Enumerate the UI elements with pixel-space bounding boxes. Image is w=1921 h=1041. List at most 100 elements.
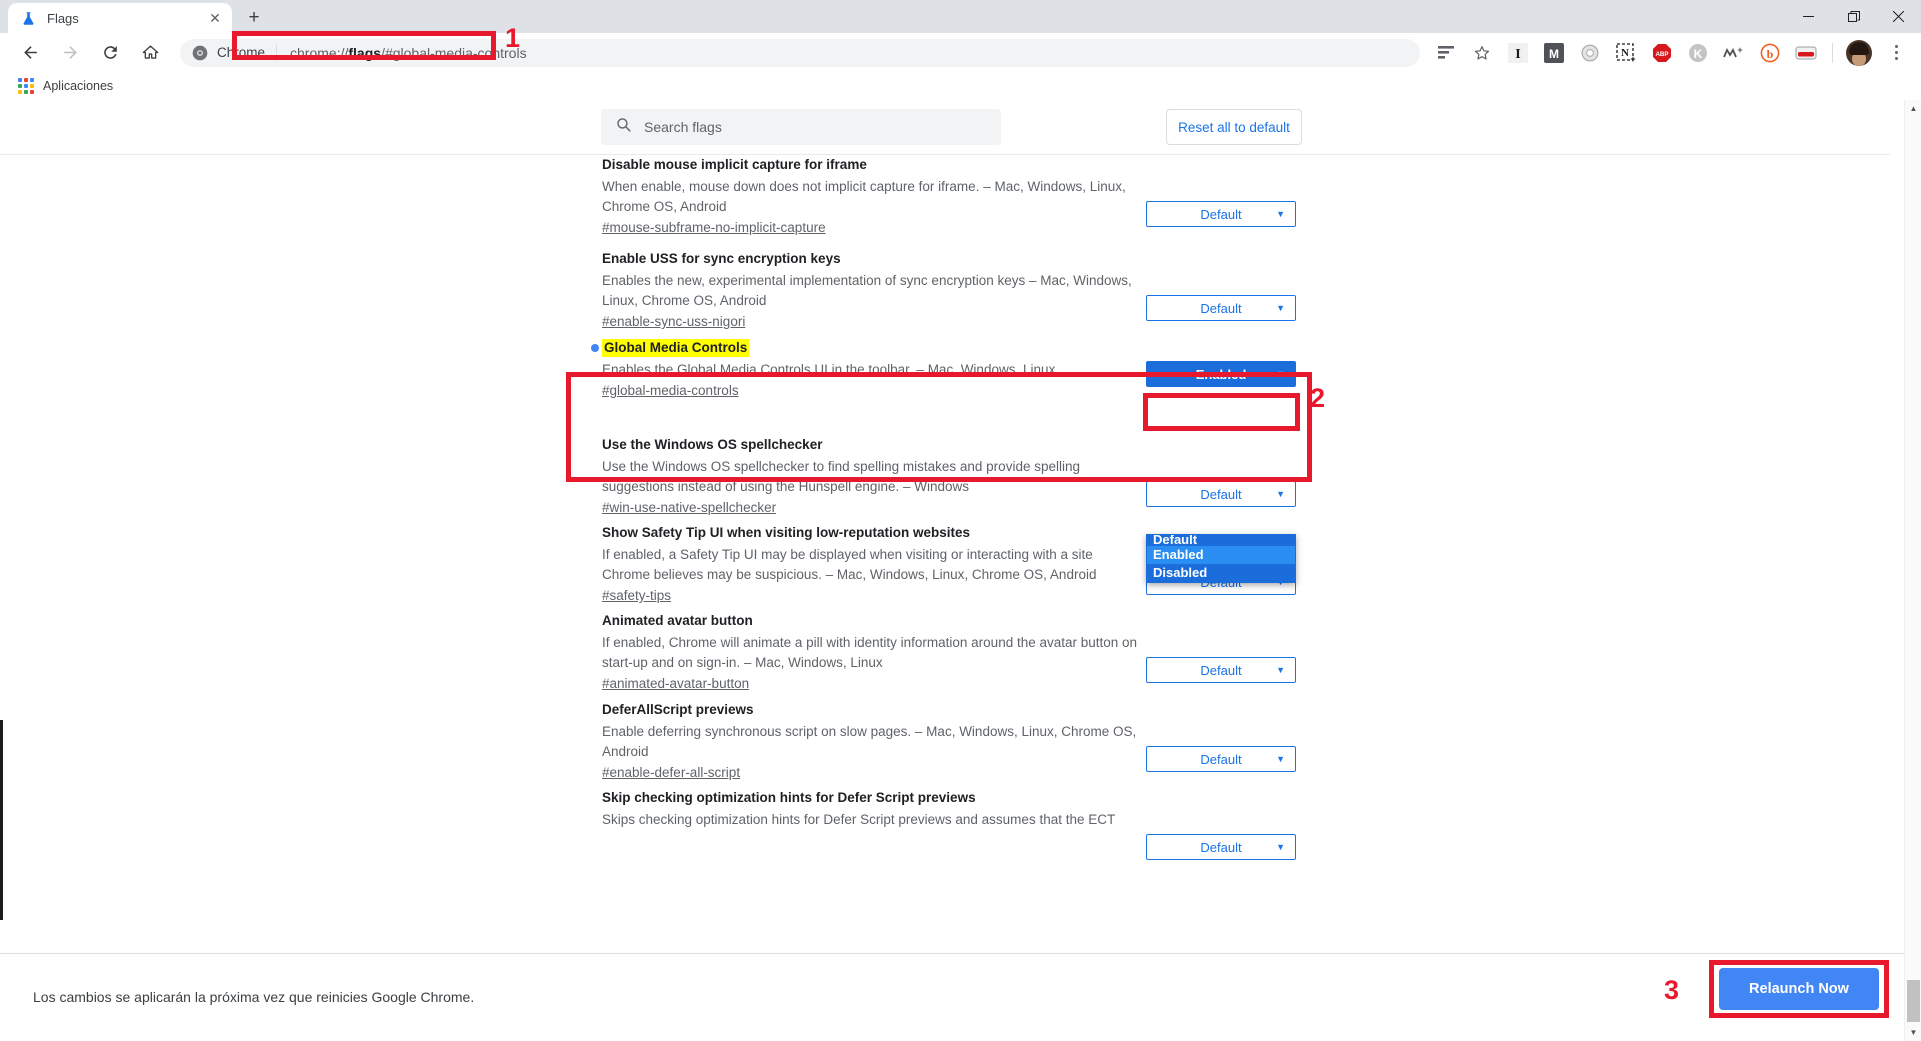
- flag-select-global-media-controls[interactable]: Enabled ▼: [1146, 361, 1296, 387]
- flag-select[interactable]: Default ▼: [1146, 834, 1296, 860]
- new-tab-button[interactable]: +: [240, 3, 268, 31]
- reading-list-icon[interactable]: [1433, 40, 1459, 66]
- chrome-menu-icon[interactable]: [1883, 40, 1909, 66]
- scroll-up-icon[interactable]: ▲: [1905, 100, 1921, 117]
- scroll-down-icon[interactable]: ▼: [1905, 1024, 1921, 1041]
- adblock-plus-extension-icon[interactable]: ABP: [1649, 40, 1675, 66]
- mail-extension-icon[interactable]: M: [1541, 40, 1567, 66]
- relaunch-now-button[interactable]: Relaunch Now: [1719, 968, 1879, 1010]
- flag-row-global-media-controls: Global Media Controls Enables the Global…: [0, 339, 1890, 436]
- movistar-extension-icon[interactable]: +: [1721, 40, 1747, 66]
- tab-title: Flags: [47, 10, 79, 26]
- flag-row: Use the Windows OS spellchecker Use the …: [0, 436, 1890, 524]
- home-icon[interactable]: [136, 39, 164, 67]
- flag-title-wrap: DeferAllScript previews: [602, 701, 1142, 719]
- flags-favicon-icon: [20, 10, 37, 27]
- flag-row: Skip checking optimization hints for Def…: [0, 789, 1890, 879]
- svg-text:+: +: [1630, 54, 1635, 63]
- dropdown-option-enabled[interactable]: Enabled: [1147, 546, 1295, 564]
- flag-anchor-link[interactable]: #global-media-controls: [602, 381, 739, 401]
- flag-title-wrap: Enable USS for sync encryption keys: [602, 250, 1142, 268]
- flag-anchor-link[interactable]: #win-use-native-spellchecker: [602, 498, 776, 518]
- dropdown-option-disabled[interactable]: Disabled: [1147, 564, 1295, 582]
- flag-select-value: Default: [1200, 300, 1242, 316]
- search-flags-input[interactable]: Search flags: [601, 109, 1001, 145]
- flag-anchor-link[interactable]: #enable-sync-uss-nigori: [602, 312, 745, 332]
- instapaper-extension-icon[interactable]: I: [1505, 40, 1531, 66]
- flag-row: Animated avatar button If enabled, Chrom…: [0, 612, 1890, 701]
- flag-anchor-link[interactable]: #safety-tips: [602, 586, 671, 606]
- toolbar-right-icons: I M N + ABP K + b: [1428, 39, 1911, 66]
- flag-modified-dot-icon: [591, 344, 599, 352]
- flag-name: Skip checking optimization hints for Def…: [602, 790, 976, 805]
- tab-strip: Flags ✕ +: [0, 0, 1921, 33]
- notion-extension-icon[interactable]: N +: [1613, 40, 1639, 66]
- chevron-down-icon: ▼: [1276, 842, 1285, 852]
- chrome-logo-icon: [192, 45, 208, 61]
- flag-name: Use the Windows OS spellchecker: [602, 437, 823, 452]
- flag-select[interactable]: Default ▼: [1146, 201, 1296, 227]
- omnibox-divider: [276, 44, 278, 61]
- bitly-extension-icon[interactable]: b: [1757, 40, 1783, 66]
- flag-select-value: Default: [1200, 206, 1242, 222]
- chevron-down-icon: ▼: [1276, 489, 1285, 499]
- svg-text:+: +: [1737, 45, 1742, 55]
- svg-text:I: I: [1515, 47, 1520, 62]
- chevron-down-icon: ▼: [1276, 665, 1285, 675]
- annotation-number-2: 2: [1310, 383, 1326, 413]
- bandit-mask-extension-icon[interactable]: [1793, 40, 1819, 66]
- dropdown-option-default[interactable]: Default: [1147, 535, 1295, 546]
- flags-page: Search flags Reset all to default Disabl…: [0, 100, 1921, 953]
- flag-anchor-link[interactable]: #enable-defer-all-script: [602, 763, 740, 783]
- relaunch-message: Los cambios se aplicarán la próxima vez …: [33, 989, 475, 1005]
- flag-description: Use the Windows OS spellchecker to find …: [602, 459, 1080, 494]
- close-window-icon[interactable]: [1876, 2, 1921, 32]
- flag-title-wrap: Animated avatar button: [602, 612, 1142, 630]
- flag-row: DeferAllScript previews Enable deferring…: [0, 701, 1890, 789]
- flag-select-value: Default: [1200, 839, 1242, 855]
- svg-text:K: K: [1694, 47, 1703, 61]
- svg-text:N: N: [1621, 47, 1629, 59]
- bookmark-item-apps[interactable]: Aplicaciones: [12, 75, 119, 97]
- window-controls: [1786, 0, 1921, 33]
- maximize-icon[interactable]: [1831, 2, 1876, 32]
- flag-select[interactable]: Default ▼: [1146, 657, 1296, 683]
- flag-select-dropdown-open[interactable]: Default Enabled Disabled: [1146, 534, 1296, 583]
- bookmarks-bar: Aplicaciones: [0, 72, 1921, 100]
- close-icon[interactable]: ✕: [206, 9, 224, 27]
- flag-row: Disable mouse implicit capture for ifram…: [0, 156, 1890, 250]
- address-bar[interactable]: Chrome chrome://flags/#global-media-cont…: [180, 38, 1420, 67]
- flag-select-value: Default: [1200, 486, 1242, 502]
- flag-name: Animated avatar button: [602, 613, 753, 628]
- flag-anchor-link[interactable]: #animated-avatar-button: [602, 674, 749, 694]
- chevron-down-icon: ▼: [1276, 754, 1285, 764]
- url-host: flags: [348, 44, 382, 61]
- address-bar-url[interactable]: chrome://flags/#global-media-controls: [290, 45, 1420, 61]
- flag-description: If enabled, a Safety Tip UI may be displ…: [602, 547, 1097, 582]
- svg-text:M: M: [1549, 47, 1559, 61]
- flag-select[interactable]: Default ▼: [1146, 746, 1296, 772]
- bookmark-star-icon[interactable]: [1469, 40, 1495, 66]
- flag-anchor-link[interactable]: #mouse-subframe-no-implicit-capture: [602, 218, 826, 238]
- chrome-chip-label: Chrome: [217, 45, 266, 60]
- flag-select-value: Enabled: [1195, 366, 1247, 382]
- reload-icon[interactable]: [96, 39, 124, 67]
- page-scrollbar[interactable]: ▲ ▼: [1904, 100, 1921, 1041]
- search-placeholder: Search flags: [644, 119, 722, 135]
- avatar[interactable]: [1846, 39, 1872, 66]
- scrollbar-thumb[interactable]: [1907, 980, 1920, 1022]
- flag-description: If enabled, Chrome will animate a pill w…: [602, 635, 1138, 670]
- flag-name: DeferAllScript previews: [602, 702, 754, 717]
- back-icon[interactable]: [16, 39, 44, 67]
- flag-select[interactable]: Default ▼: [1146, 295, 1296, 321]
- gear-extension-icon[interactable]: [1577, 40, 1603, 66]
- browser-tab-flags[interactable]: Flags ✕: [8, 3, 232, 33]
- chevron-down-icon: ▼: [1276, 209, 1285, 219]
- forward-icon[interactable]: [56, 39, 84, 67]
- reset-all-to-default-button[interactable]: Reset all to default: [1166, 109, 1302, 145]
- flag-description: Enables the Global Media Controls UI in …: [602, 362, 1056, 377]
- flag-title-wrap: Skip checking optimization hints for Def…: [602, 789, 1142, 807]
- honey-extension-icon[interactable]: K: [1685, 40, 1711, 66]
- minimize-icon[interactable]: [1786, 2, 1831, 32]
- flag-select[interactable]: Default ▼: [1146, 481, 1296, 507]
